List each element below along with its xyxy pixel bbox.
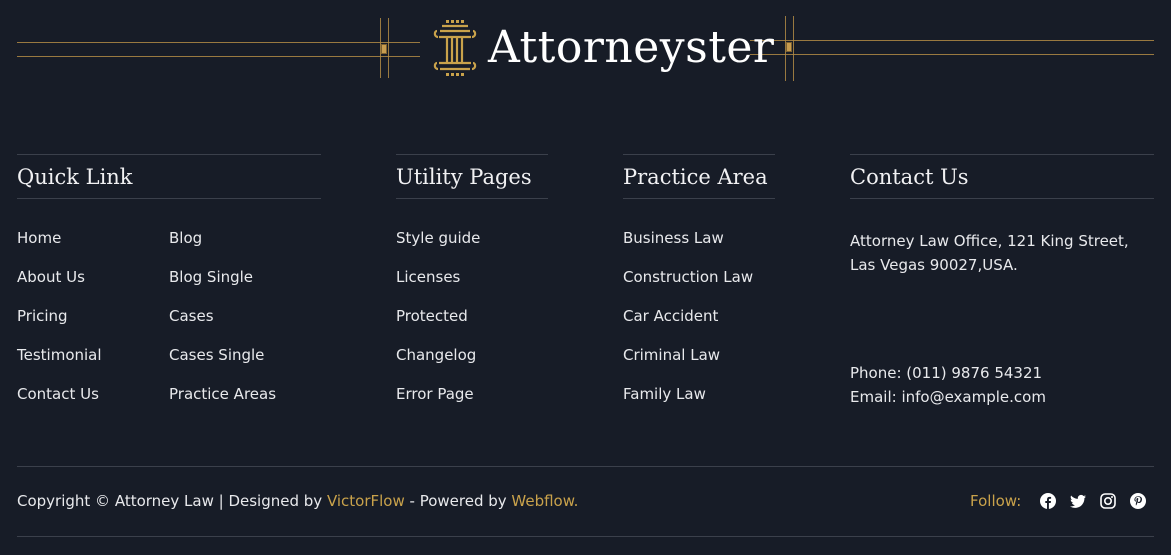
ornament-tick-left (381, 44, 387, 54)
footer-link-criminal-law[interactable]: Criminal Law (623, 347, 775, 386)
ornament-line-left-top (17, 42, 420, 43)
contact-address: Attorney Law Office, 121 King Street, La… (850, 232, 1129, 274)
ornament-vline-right-2 (793, 16, 794, 81)
utility-pages-column: Utility Pages Style guide Licenses Prote… (396, 154, 548, 425)
facebook-icon[interactable] (1040, 493, 1056, 509)
social-links (1040, 493, 1146, 509)
pinterest-icon[interactable] (1130, 493, 1146, 509)
practice-area-column: Practice Area Business Law Construction … (623, 154, 775, 425)
footer-link-car-accident[interactable]: Car Accident (623, 308, 775, 347)
practice-area-heading: Practice Area (623, 154, 775, 199)
platform-link[interactable]: Webflow. (511, 492, 578, 510)
footer-link-blog-single[interactable]: Blog Single (169, 269, 321, 308)
instagram-icon[interactable] (1100, 493, 1116, 509)
practice-area-list: Business Law Construction Law Car Accide… (623, 230, 775, 425)
quick-link-heading: Quick Link (17, 154, 321, 199)
ornament-line-right-bottom (750, 54, 1154, 55)
footer-link-construction-law[interactable]: Construction Law (623, 269, 775, 308)
follow-label: Follow: (970, 492, 1022, 510)
ornament-line-left-bottom (17, 56, 420, 57)
footer-link-blog[interactable]: Blog (169, 230, 321, 269)
footer-link-pricing[interactable]: Pricing (17, 308, 169, 347)
quick-link-list-left: Home About Us Pricing Testimonial Contac… (17, 199, 169, 425)
brand-name: Attorneyster (488, 22, 775, 73)
footer-link-style-guide[interactable]: Style guide (396, 230, 548, 269)
brand-logo[interactable]: Attorneyster (432, 18, 774, 78)
copyright-text: Copyright © Attorney Law | Designed by V… (17, 492, 578, 510)
footer-link-home[interactable]: Home (17, 230, 169, 269)
footer-link-licenses[interactable]: Licenses (396, 269, 548, 308)
footer-link-testimonial[interactable]: Testimonial (17, 347, 169, 386)
footer-link-error-page[interactable]: Error Page (396, 386, 548, 425)
footer-link-cases-single[interactable]: Cases Single (169, 347, 321, 386)
utility-pages-list: Style guide Licenses Protected Changelog… (396, 230, 548, 425)
footer-link-practice-areas[interactable]: Practice Areas (169, 386, 321, 425)
footer-link-contact-us[interactable]: Contact Us (17, 386, 169, 425)
quick-link-list-right: Blog Blog Single Cases Cases Single Prac… (169, 199, 321, 425)
footer-divider-bottom (17, 536, 1154, 537)
pillar-logo-icon (433, 20, 477, 76)
footer-link-family-law[interactable]: Family Law (623, 386, 775, 425)
footer-divider-top (17, 466, 1154, 467)
contact-email[interactable]: Email: info@example.com (850, 385, 1154, 409)
contact-us-column: Contact Us Attorney Law Office, 121 King… (850, 154, 1154, 409)
powered-by-prefix: - Powered by (404, 492, 512, 510)
twitter-icon[interactable] (1070, 493, 1086, 509)
footer-brand-row: Attorneyster (0, 0, 1171, 90)
contact-phone[interactable]: Phone: (011) 9876 54321 (850, 361, 1154, 385)
copyright-prefix: Copyright © Attorney Law | Designed by (17, 492, 327, 510)
ornament-vline-left-2 (388, 18, 389, 78)
footer-link-about-us[interactable]: About Us (17, 269, 169, 308)
contact-us-heading: Contact Us (850, 154, 1154, 199)
footer-link-changelog[interactable]: Changelog (396, 347, 548, 386)
utility-pages-heading: Utility Pages (396, 154, 548, 199)
footer-link-business-law[interactable]: Business Law (623, 230, 775, 269)
designer-link[interactable]: VictorFlow (327, 492, 405, 510)
footer-link-protected[interactable]: Protected (396, 308, 548, 347)
ornament-line-right-top (750, 40, 1154, 41)
ornament-tick-right (786, 42, 792, 52)
footer-link-cases[interactable]: Cases (169, 308, 321, 347)
quick-link-column: Quick Link Home About Us Pricing Testimo… (17, 154, 321, 425)
